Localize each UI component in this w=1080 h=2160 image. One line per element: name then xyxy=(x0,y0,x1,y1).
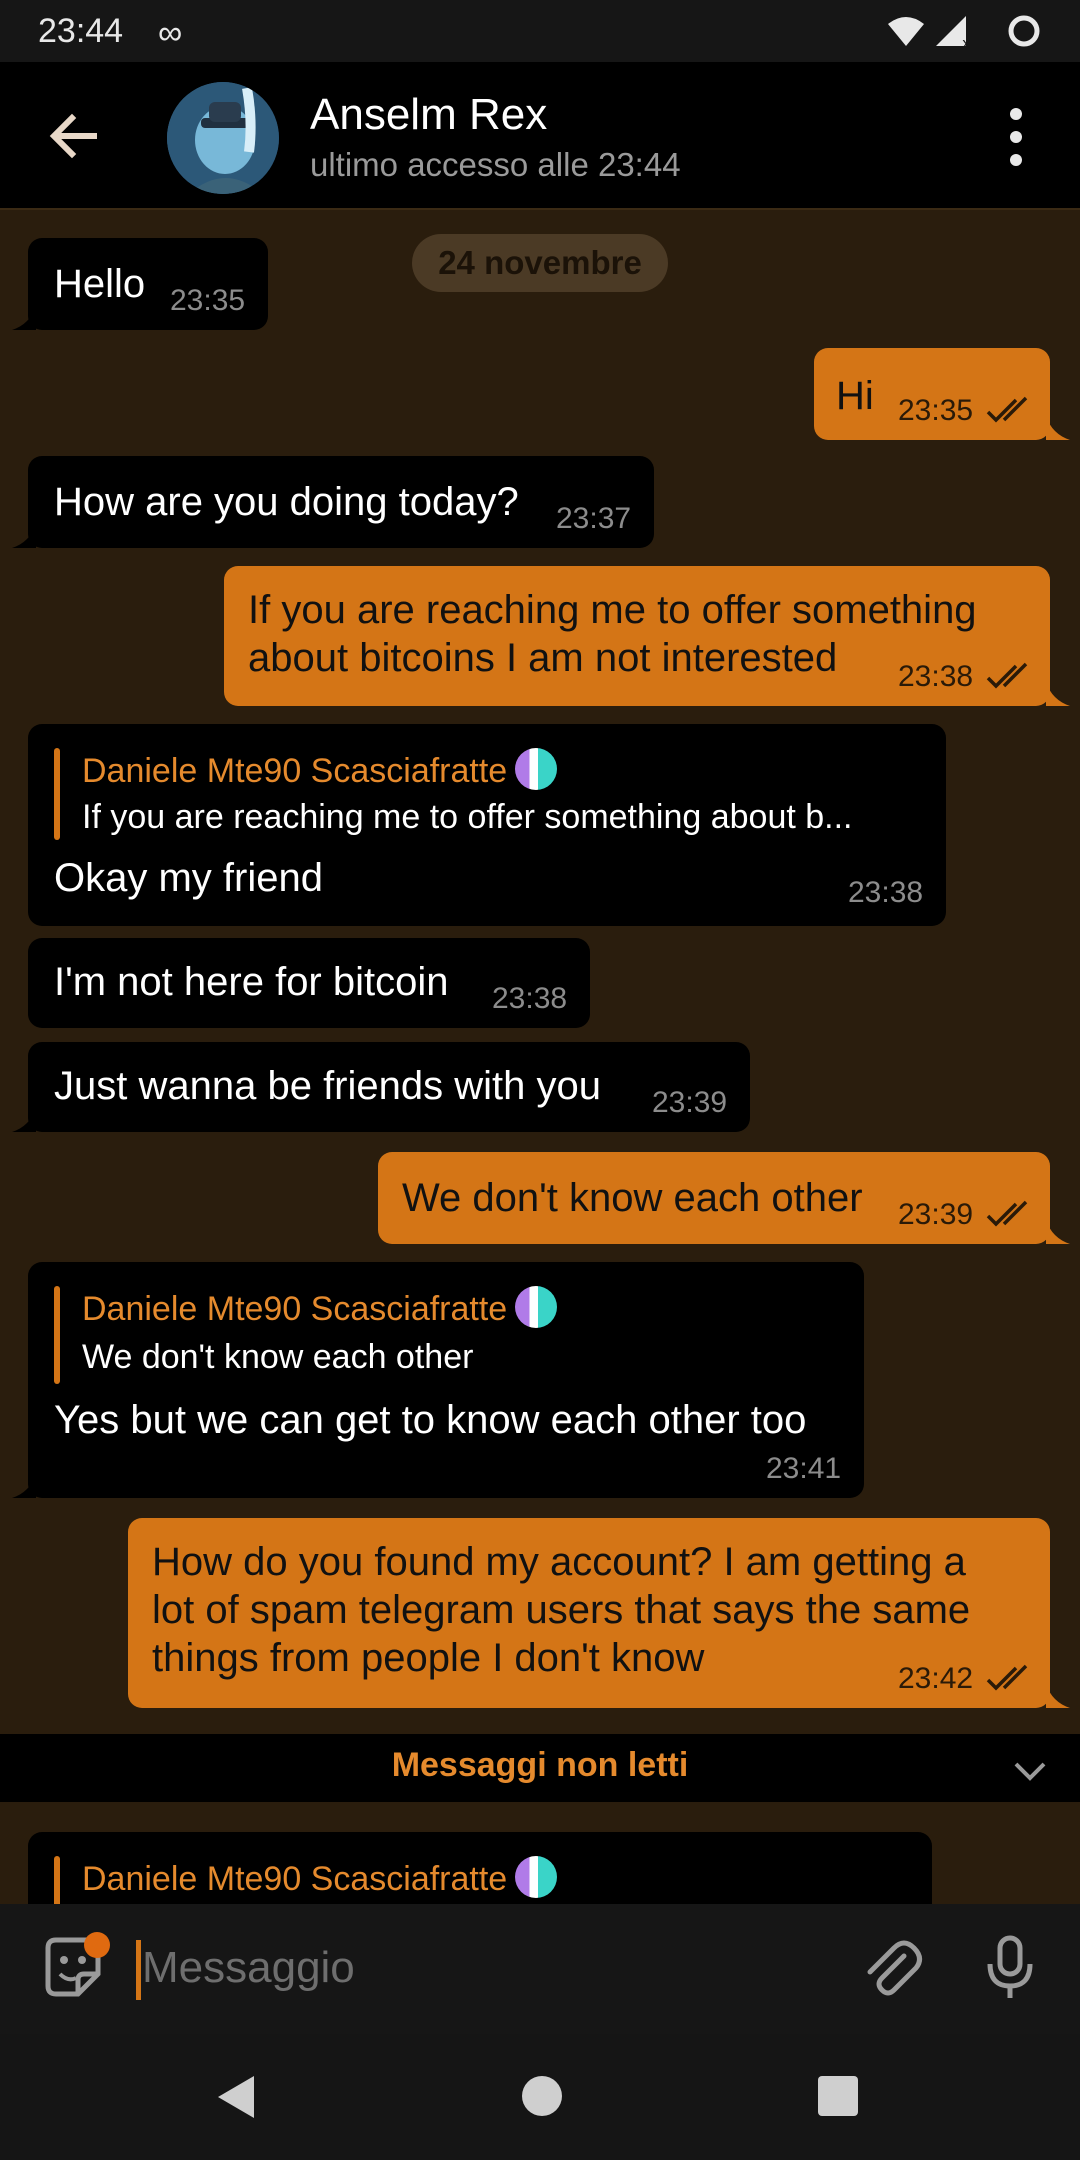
message-incoming[interactable]: Hello 23:35 xyxy=(28,238,268,330)
message-incoming[interactable]: How are you doing today? 23:37 xyxy=(28,456,654,548)
message-outgoing[interactable]: How do you found my account? I am gettin… xyxy=(128,1518,1050,1708)
message-time: 23:37 xyxy=(556,502,632,535)
chevron-down-icon[interactable] xyxy=(1010,1756,1050,1786)
reply-quoted-text: If you are reaching me to offer somethin… xyxy=(82,798,853,836)
status-icons: x xyxy=(888,15,1040,52)
message-incoming[interactable]: Just wanna be friends with you 23:39 xyxy=(28,1042,750,1132)
bubble-tail xyxy=(1046,682,1070,706)
reply-quote-bar xyxy=(54,748,60,840)
bubble-tail xyxy=(12,1108,36,1132)
message-incoming[interactable]: I'm not here for bitcoin 23:38 xyxy=(28,938,590,1028)
message-text: Yes but we can get to know each other to… xyxy=(54,1398,807,1442)
message-composer xyxy=(0,1904,1080,2034)
date-chip: 24 novembre xyxy=(412,234,668,292)
reply-quote-bar xyxy=(54,1286,60,1384)
message-time: 23:39 xyxy=(652,1086,728,1119)
wifi-icon xyxy=(888,17,924,46)
bubble-tail xyxy=(12,1474,36,1498)
message-text: We don't know each other xyxy=(402,1176,863,1220)
avatar-image xyxy=(167,82,279,194)
double-check-icon xyxy=(986,1664,1028,1691)
double-check-icon xyxy=(986,396,1028,423)
message-text: Okay my friend xyxy=(54,856,323,900)
message-list[interactable]: Hello 23:35 24 novembre Hi 23:35 How are… xyxy=(0,212,1080,1904)
message-outgoing[interactable]: If you are reaching me to offer somethin… xyxy=(224,566,1050,706)
reply-author-name: Daniele Mte90 Scasciafratte xyxy=(82,752,508,790)
paperclip-icon[interactable] xyxy=(860,1936,924,2000)
microphone-icon[interactable] xyxy=(978,1934,1042,2002)
reply-quote-bar xyxy=(54,1856,60,1904)
contact-last-seen: ultimo accesso alle 23:44 xyxy=(310,146,681,183)
message-incoming-reply[interactable]: Daniele Mte90 Scasciafratte We don't kno… xyxy=(28,1262,864,1498)
reply-quoted-text: We don't know each other xyxy=(82,1338,474,1376)
message-time: 23:35 xyxy=(898,394,974,427)
reply-author-name: Daniele Mte90 Scasciafratte xyxy=(82,1860,508,1898)
contact-name[interactable]: Anselm Rex xyxy=(310,90,547,140)
message-time: 23:41 xyxy=(766,1452,842,1485)
double-check-icon xyxy=(986,1200,1028,1227)
message-outgoing[interactable]: Hi 23:35 xyxy=(814,348,1050,440)
emoji-badge xyxy=(515,1286,558,1328)
svg-text:x: x xyxy=(962,36,970,52)
bubble-tail xyxy=(12,306,36,330)
nav-recents-icon[interactable] xyxy=(818,2076,858,2116)
message-outgoing[interactable]: We don't know each other 23:39 xyxy=(378,1152,1050,1244)
message-text: Hello xyxy=(54,262,146,306)
message-text: If you are reaching me to offer somethin… xyxy=(248,588,977,680)
message-time: 23:38 xyxy=(898,660,974,693)
message-text: Just wanna be friends with you xyxy=(54,1064,601,1108)
text-cursor xyxy=(136,1940,141,2000)
message-time: 23:39 xyxy=(898,1198,974,1231)
message-text: How are you doing today? xyxy=(54,480,519,524)
message-incoming-reply[interactable]: Daniele Mte90 Scasciafratte xyxy=(28,1832,932,1904)
message-time: 23:35 xyxy=(170,284,246,317)
emoji-badge xyxy=(515,748,558,790)
status-bar: 23:44 ∞ x xyxy=(0,0,1080,62)
message-incoming-reply[interactable]: Daniele Mte90 Scasciafratte If you are r… xyxy=(28,724,946,926)
status-time: 23:44 xyxy=(38,12,124,50)
infinity-icon: ∞ xyxy=(158,14,183,52)
emoji-badge xyxy=(515,1856,558,1898)
message-text: How do you found my account? I am gettin… xyxy=(152,1540,971,1680)
avatar[interactable] xyxy=(167,82,279,194)
nav-back-icon[interactable] xyxy=(212,2072,262,2122)
bubble-tail xyxy=(1046,1220,1070,1244)
message-time: 23:42 xyxy=(898,1662,974,1695)
chat-header: Anselm Rex ultimo accesso alle 23:44 xyxy=(0,62,1080,210)
unread-divider: Messaggi non letti xyxy=(0,1734,1080,1802)
more-vertical-icon[interactable] xyxy=(994,102,1038,172)
message-input[interactable] xyxy=(142,1932,822,2004)
nav-home-icon[interactable] xyxy=(522,2076,562,2116)
unread-label: Messaggi non letti xyxy=(391,1746,689,1784)
reply-author[interactable]: Daniele Mte90 Scasciafratte xyxy=(82,748,558,791)
battery-saver-icon xyxy=(1008,15,1040,47)
arrow-left-icon[interactable] xyxy=(44,106,104,166)
reply-author[interactable]: Daniele Mte90 Scasciafratte xyxy=(82,1856,558,1899)
bubble-tail xyxy=(1046,1684,1070,1708)
reply-author[interactable]: Daniele Mte90 Scasciafratte xyxy=(82,1286,558,1329)
double-check-icon xyxy=(986,662,1028,689)
message-time: 23:38 xyxy=(848,876,924,909)
message-text: I'm not here for bitcoin xyxy=(54,960,449,1004)
reply-author-name: Daniele Mte90 Scasciafratte xyxy=(82,1290,508,1328)
bubble-tail xyxy=(12,524,36,548)
system-navigation-bar xyxy=(0,2034,1080,2160)
bubble-tail xyxy=(1046,416,1070,440)
message-text: Hi xyxy=(836,374,874,418)
notification-dot xyxy=(84,1932,110,1958)
message-time: 23:38 xyxy=(492,982,568,1015)
